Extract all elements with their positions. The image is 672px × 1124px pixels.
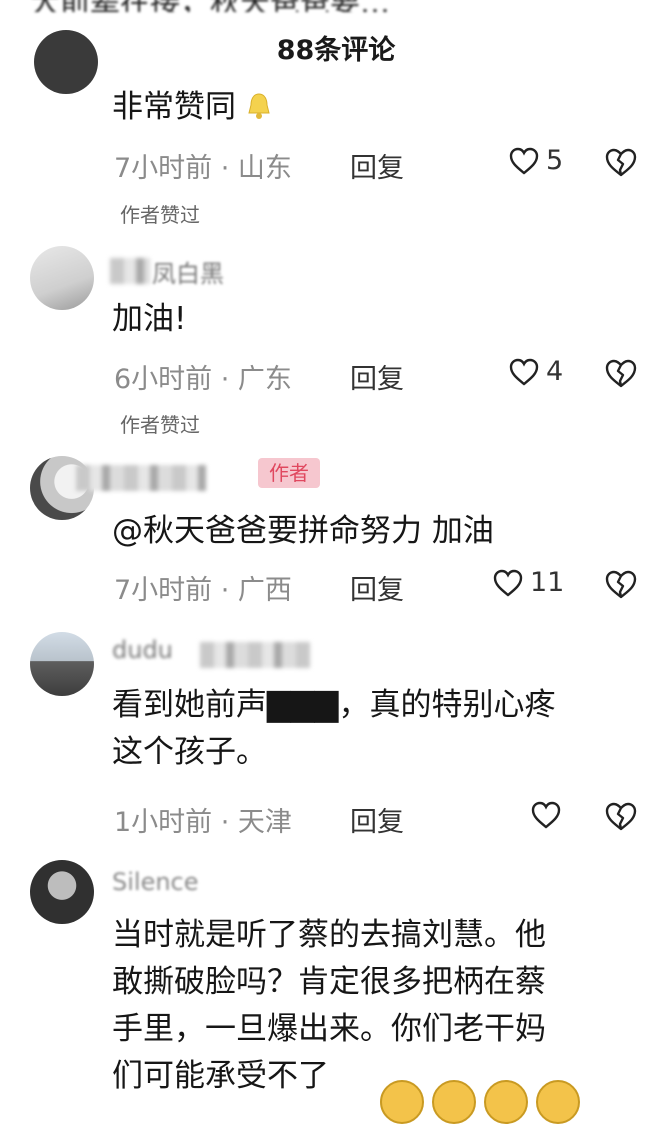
heart-icon[interactable] [530,800,562,830]
heart-icon [509,147,539,175]
broken-heart-icon[interactable] [604,145,638,179]
username-mosaic [110,258,150,284]
like-count: 4 [546,356,564,387]
comment-time-location: 7小时前 · 山东 [114,153,292,184]
grin-emoji-icon [536,1080,580,1124]
comment-content: 看到她前声▇▇▇，真的特别心疼 这个孩子。 [112,687,556,770]
grin-emoji-icon [432,1080,476,1124]
username[interactable]: Silence [112,868,199,896]
reply-button[interactable]: 回复 [350,800,404,839]
reply-button[interactable]: 回复 [350,568,404,607]
username-mosaic [76,465,206,491]
author-liked-label: 作者赞过 [120,203,200,227]
heart-icon [509,358,539,386]
author-liked-label: 作者赞过 [120,413,200,437]
comment-content: 加油! [112,301,187,337]
like-count: 11 [530,567,565,598]
reply-button[interactable]: 回复 [350,146,404,185]
previous-title-cut: 大前辈在接，秋天爸爸要… [0,0,672,12]
comment-content: 非常赞同 [112,84,652,131]
comment-time-location: 7小时前 · 广西 [114,575,292,606]
comment-content: @秋天爸爸要拼命努力 加油 [112,513,494,549]
grin-emoji-icon [380,1080,424,1124]
reply-button[interactable]: 回复 [350,357,404,396]
like-button[interactable]: 5 [508,145,563,176]
username[interactable]: 凤白黑 [152,254,224,289]
comments-count-title: 88条评论 [276,35,396,66]
avatar[interactable] [34,30,98,94]
author-badge: 作者 [258,458,320,488]
grin-emoji-icon [484,1080,528,1124]
like-button[interactable]: 4 [508,356,563,387]
comment-time-location: 6小时前 · 广东 [114,364,292,395]
avatar[interactable] [30,860,94,924]
username[interactable]: dudu [112,636,173,664]
avatar[interactable] [30,632,94,696]
bell-emoji-icon [248,93,270,119]
broken-heart-icon[interactable] [604,356,638,390]
avatar[interactable] [30,246,94,310]
broken-heart-icon[interactable] [604,799,638,833]
comment-time-location: 1小时前 · 天津 [114,807,292,838]
like-button[interactable]: 11 [492,567,564,598]
comment-content: 当时就是听了蔡的去搞刘慧。他 敢撕破脸吗？肯定很多把柄在蔡 手里，一旦爆出来。你… [112,917,546,1094]
like-count: 5 [546,145,564,176]
username-mosaic [200,642,310,668]
broken-heart-icon[interactable] [604,567,638,601]
heart-icon [493,569,523,597]
